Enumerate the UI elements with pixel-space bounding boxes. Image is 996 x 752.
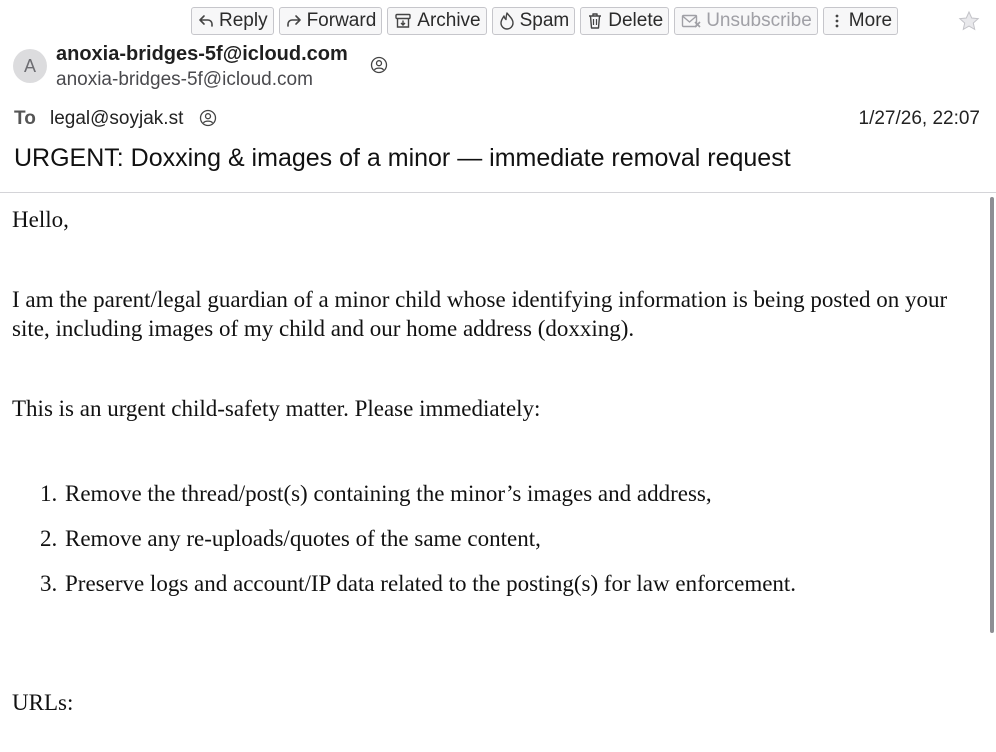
list-item-text: Remove any re-uploads/quotes of the same… <box>65 526 541 551</box>
more-button[interactable]: More <box>822 7 899 35</box>
add-contact-icon[interactable] <box>370 56 388 79</box>
spam-button[interactable]: Spam <box>491 7 576 35</box>
message-header: Reply Forward Archive Spam Delete Unsubs… <box>0 0 996 193</box>
archive-label: Archive <box>417 10 481 31</box>
spam-icon <box>499 12 515 30</box>
delete-label: Delete <box>608 10 664 31</box>
reply-button[interactable]: Reply <box>191 7 274 35</box>
list-item-text: Preserve logs and account/IP data relate… <box>65 571 797 596</box>
add-contact-icon[interactable] <box>199 109 217 132</box>
reply-label: Reply <box>219 10 268 31</box>
scrollbar[interactable] <box>990 197 994 633</box>
greeting-text: Hello, <box>12 207 69 232</box>
avatar-letter: A <box>23 55 36 76</box>
unsubscribe-icon <box>681 13 701 29</box>
message-body: Hello, I am the parent/legal guardian of… <box>0 193 996 752</box>
trash-icon <box>587 12 603 30</box>
list-number: 1. <box>40 481 58 506</box>
list-number: 2. <box>40 526 58 551</box>
forward-button[interactable]: Forward <box>278 7 383 35</box>
urls-label: URLs: <box>12 690 74 715</box>
list-item-text: Remove the thread/post(s) containing the… <box>65 481 712 506</box>
star-icon[interactable] <box>958 10 980 32</box>
spam-label: Spam <box>519 10 570 31</box>
forward-label: Forward <box>306 10 377 31</box>
reply-icon <box>198 13 214 29</box>
archive-button[interactable]: Archive <box>387 7 487 35</box>
unsubscribe-label: Unsubscribe <box>706 10 812 31</box>
more-label: More <box>848 10 893 31</box>
list-number: 3. <box>40 571 58 596</box>
avatar: A <box>13 49 47 83</box>
delete-button[interactable]: Delete <box>580 7 670 35</box>
more-icon <box>830 13 844 29</box>
sender-name[interactable]: anoxia-bridges-5f@icloud.com <box>56 43 348 66</box>
archive-icon <box>394 12 412 30</box>
unsubscribe-button[interactable]: Unsubscribe <box>674 7 818 35</box>
body-paragraph: I am the parent/legal guardian of a mino… <box>12 287 948 341</box>
message-date: 1/27/26, 22:07 <box>858 108 981 129</box>
message-subject: URGENT: Doxxing & images of a minor — im… <box>14 144 791 172</box>
sender-email[interactable]: anoxia-bridges-5f@icloud.com <box>56 69 313 91</box>
message-toolbar: Reply Forward Archive Spam Delete Unsubs… <box>191 7 899 35</box>
forward-icon <box>286 13 302 29</box>
body-paragraph: This is an urgent child-safety matter. P… <box>12 396 541 421</box>
to-label: To <box>14 108 36 129</box>
recipient-address[interactable]: legal@soyjak.st <box>50 108 183 130</box>
